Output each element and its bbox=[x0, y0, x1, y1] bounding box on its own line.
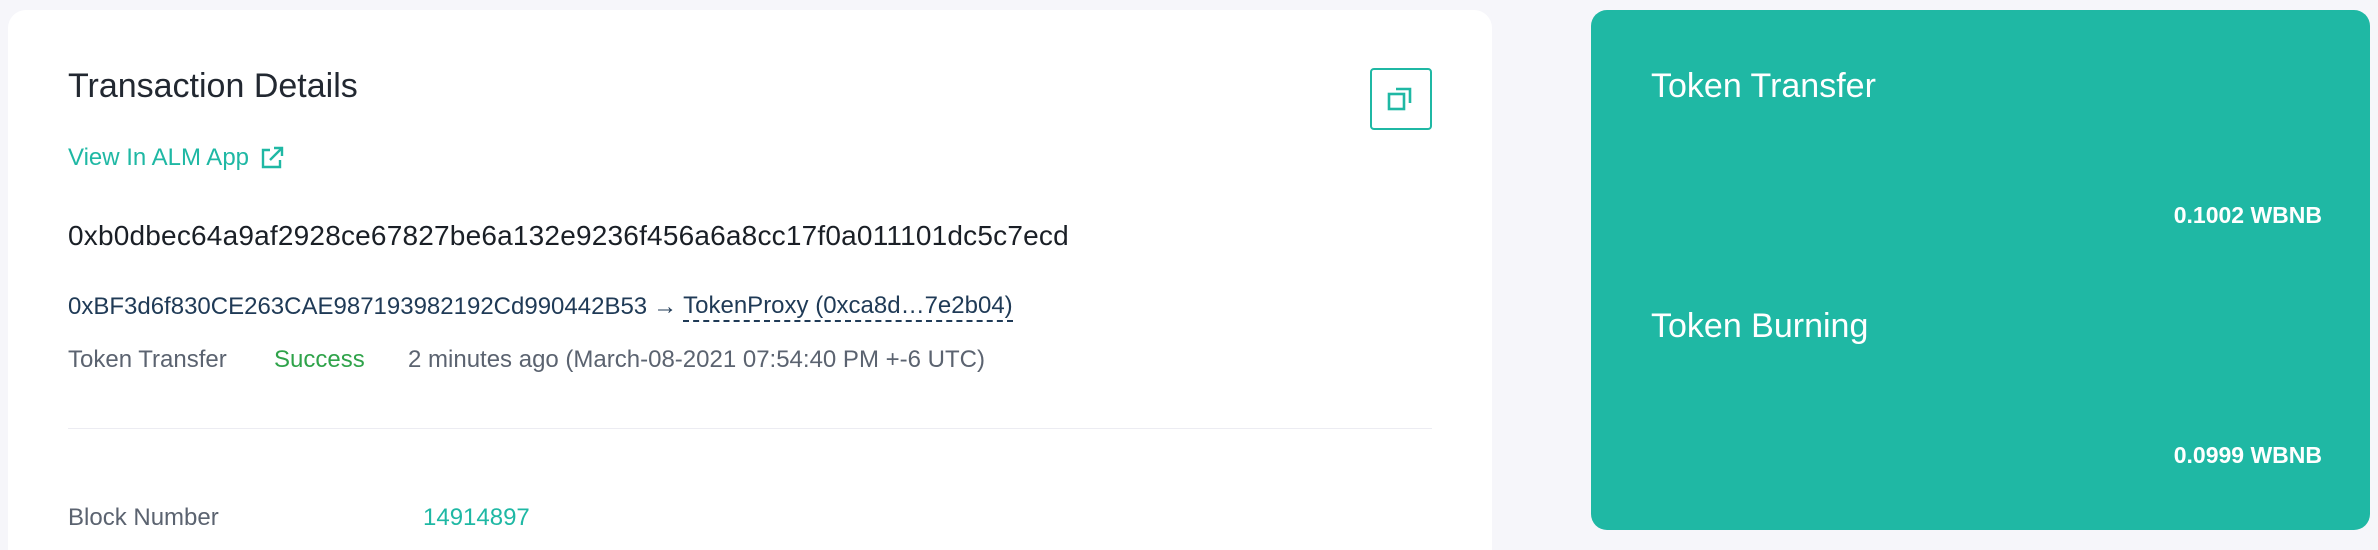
status-badge: Success bbox=[274, 346, 365, 373]
page-title: Transaction Details bbox=[68, 67, 358, 105]
token-transfer-title: Token Transfer bbox=[1651, 67, 1876, 105]
token-summary-card: Token Transfer 0.1002 WBNB Token Burning… bbox=[1591, 10, 2370, 530]
token-transfer-amount: 0.1002 WBNB bbox=[2173, 202, 2322, 228]
token-burning-title: Token Burning bbox=[1651, 307, 1869, 345]
transaction-hash: 0xb0dbec64a9af2928ce67827be6a132e9236f45… bbox=[68, 220, 1069, 251]
arrow-icon: → bbox=[653, 293, 678, 320]
external-link-icon bbox=[261, 146, 284, 169]
view-in-alm-link[interactable]: View In ALM App bbox=[68, 144, 285, 172]
transaction-meta: Token Transfer Success 2 minutes ago (Ma… bbox=[68, 346, 985, 374]
transaction-route: 0xBF3d6f830CE263CAE987193982192Cd990442B… bbox=[68, 292, 1013, 322]
timestamp: 2 minutes ago (March-08-2021 07:54:40 PM… bbox=[408, 346, 985, 373]
view-in-alm-label: View In ALM App bbox=[68, 144, 250, 171]
transaction-type: Token Transfer bbox=[68, 346, 227, 373]
block-number-label: Block Number bbox=[68, 504, 219, 531]
copy-icon bbox=[1387, 87, 1412, 111]
transaction-details-card: Transaction Details View In ALM App 0xb0… bbox=[8, 10, 1492, 550]
block-number-link[interactable]: 14914897 bbox=[423, 504, 530, 532]
copy-button[interactable] bbox=[1370, 68, 1432, 130]
divider bbox=[68, 428, 1432, 429]
from-address: 0xBF3d6f830CE263CAE987193982192Cd990442B… bbox=[68, 293, 648, 320]
token-burning-amount: 0.0999 WBNB bbox=[2173, 442, 2322, 468]
to-address-link[interactable]: TokenProxy (0xca8d…7e2b04) bbox=[683, 292, 1013, 322]
